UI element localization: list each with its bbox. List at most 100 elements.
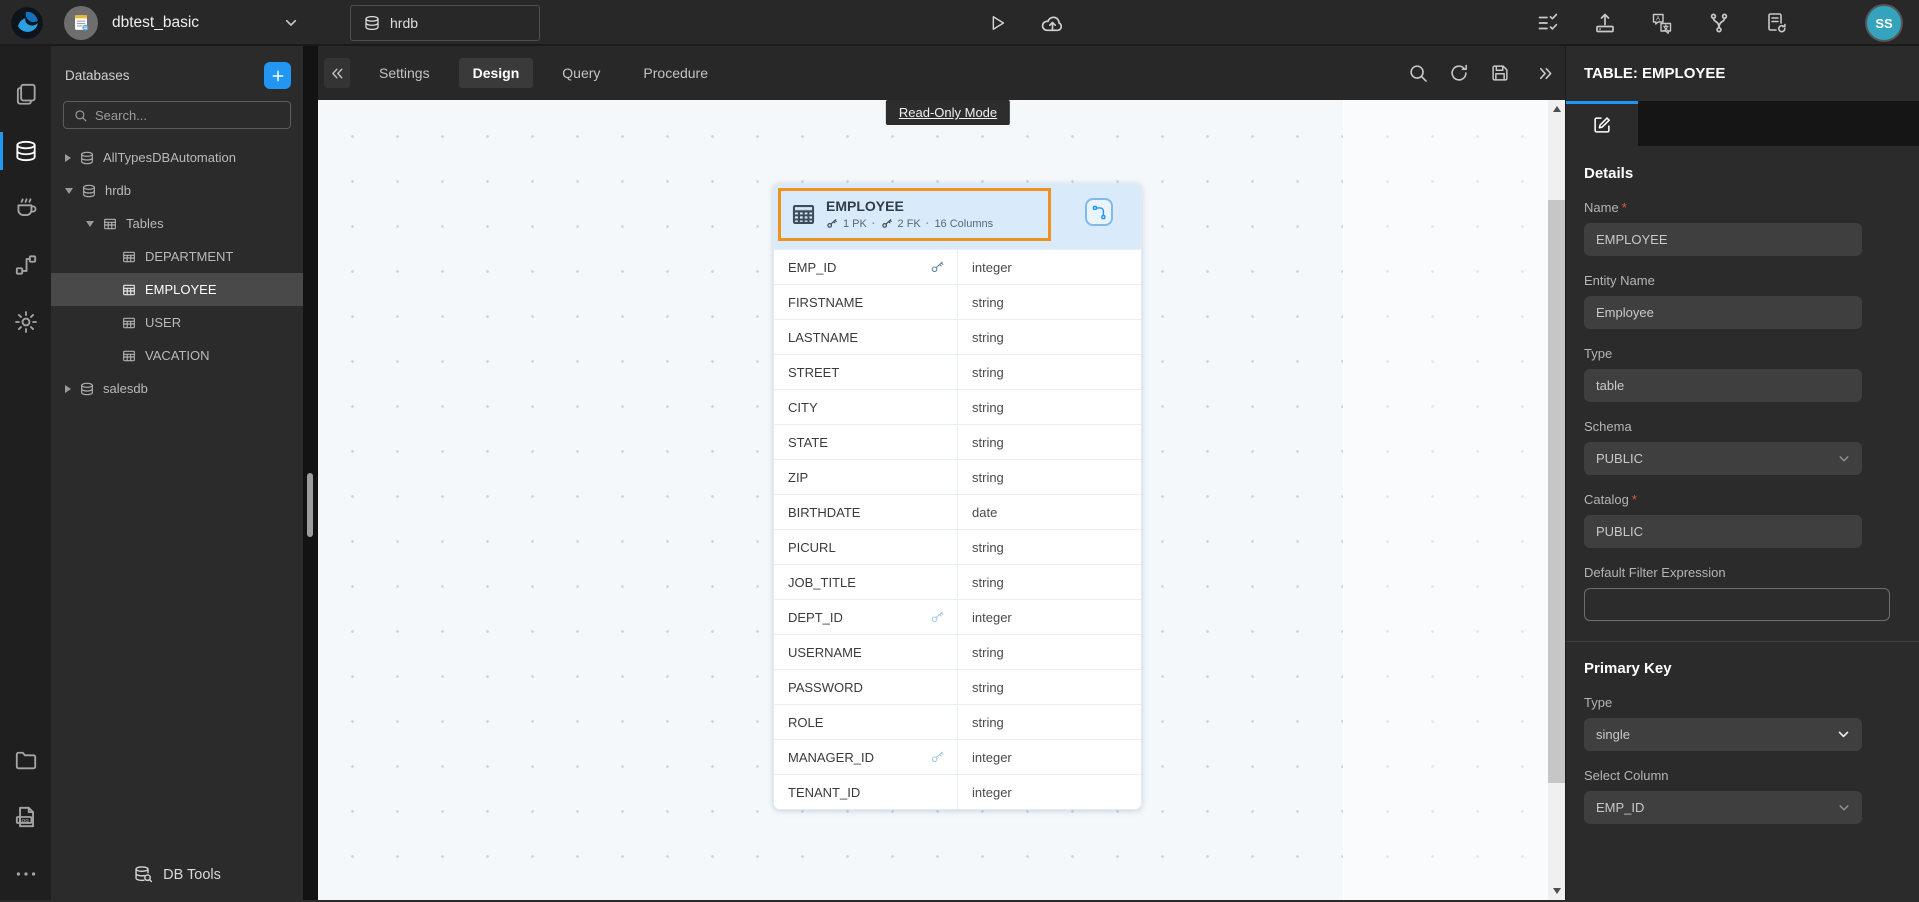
rail-item-log[interactable]: LOG: [0, 803, 51, 831]
column-row-manager_id[interactable]: MANAGER_IDinteger: [774, 739, 1141, 774]
entity-name-input[interactable]: [1584, 296, 1862, 329]
column-type: string: [958, 530, 1141, 564]
column-row-job_title[interactable]: JOB_TITLEstring: [774, 564, 1141, 599]
properties-panel-title: TABLE: EMPLOYEE: [1566, 46, 1919, 101]
app-document-icon: [70, 12, 92, 34]
catalog-input[interactable]: [1584, 515, 1862, 548]
column-row-tenant_id[interactable]: TENANT_IDinteger: [774, 774, 1141, 809]
tab-query[interactable]: Query: [548, 58, 614, 88]
column-row-street[interactable]: STREET string: [774, 354, 1141, 389]
relationship-connector-button[interactable]: [1085, 198, 1113, 226]
column-row-state[interactable]: STATEstring: [774, 424, 1141, 459]
scroll-up-button[interactable]: [1548, 100, 1565, 118]
app-name[interactable]: dbtest_basic: [112, 14, 199, 32]
tab-procedure[interactable]: Procedure: [629, 58, 722, 88]
rail-item-folder[interactable]: [0, 746, 51, 774]
rail-item-flow[interactable]: [0, 251, 51, 279]
sidebar-scrollbar[interactable]: [303, 46, 318, 900]
tree-item-vacation[interactable]: VACATION: [51, 339, 303, 372]
caret-down-icon[interactable]: [86, 221, 94, 227]
open-tab-hrdb[interactable]: hrdb: [350, 5, 540, 41]
canvas-vertical-scrollbar[interactable]: [1548, 100, 1565, 900]
app-avatar[interactable]: [64, 6, 98, 40]
branch-icon[interactable]: [1707, 11, 1731, 35]
column-row-password[interactable]: PASSWORDstring: [774, 669, 1141, 704]
entity-card-employee[interactable]: EMPLOYEE 1 PK ·: [773, 183, 1142, 810]
export-drive-icon[interactable]: [1593, 11, 1617, 35]
caret-down-icon[interactable]: [65, 188, 73, 194]
chevrons-right-icon[interactable]: [1536, 64, 1555, 83]
column-type: integer: [958, 250, 1141, 284]
chevron-down-icon[interactable]: [283, 15, 299, 31]
tab-edit-properties[interactable]: [1566, 101, 1638, 146]
user-avatar[interactable]: SS: [1865, 4, 1903, 42]
db-tools-button[interactable]: DB Tools: [51, 851, 303, 900]
search-input[interactable]: [95, 108, 281, 123]
edit-icon: [1591, 114, 1613, 136]
document-sync-icon[interactable]: [1764, 11, 1788, 35]
field-label: Schema: [1584, 419, 1901, 434]
rail-item-gear[interactable]: [0, 308, 51, 336]
section-heading: Primary Key: [1584, 660, 1901, 677]
run-icon[interactable]: [986, 12, 1008, 34]
log-icon: LOG: [13, 804, 39, 830]
tree-item-tables[interactable]: Tables: [51, 207, 303, 240]
column-name: STREET: [788, 365, 839, 380]
tab-design[interactable]: Design: [459, 58, 534, 88]
caret-right-icon[interactable]: [65, 385, 71, 393]
checklist-icon[interactable]: [1536, 11, 1560, 35]
tree-item-alltypesdbautomation[interactable]: AllTypesDBAutomation: [51, 141, 303, 174]
column-row-birthdate[interactable]: BIRTHDATEdate: [774, 494, 1141, 529]
diagram-canvas[interactable]: Read-Only Mode EMPLOYEE: [318, 100, 1548, 900]
column-name: BIRTHDATE: [788, 505, 860, 520]
column-row-dept_id[interactable]: DEPT_IDinteger: [774, 599, 1141, 634]
scroll-down-button[interactable]: [1548, 882, 1565, 900]
rail-item-pages[interactable]: [0, 80, 51, 108]
tab-settings[interactable]: Settings: [365, 58, 444, 88]
rail-item-more[interactable]: [0, 860, 51, 888]
tree-item-department[interactable]: DEPARTMENT: [51, 240, 303, 273]
column-type: string: [958, 355, 1141, 389]
required-marker: *: [1632, 492, 1637, 507]
translate-icon[interactable]: A: [1650, 11, 1674, 35]
search-diagram-icon[interactable]: [1407, 62, 1429, 84]
add-database-button[interactable]: [264, 62, 291, 89]
type-select[interactable]: single: [1584, 718, 1862, 751]
entity-card-header[interactable]: EMPLOYEE 1 PK ·: [774, 184, 1141, 249]
column-name: LASTNAME: [788, 330, 858, 345]
rail-item-coffee[interactable]: [0, 194, 51, 222]
tree-item-hrdb[interactable]: hrdb: [51, 174, 303, 207]
sidebar-search[interactable]: [63, 101, 291, 129]
product-logo-icon[interactable]: [9, 5, 45, 41]
sidebar-scrollbar-thumb[interactable]: [307, 473, 313, 537]
caret-right-icon[interactable]: [65, 154, 71, 162]
save-icon[interactable]: [1489, 62, 1511, 84]
column-row-role[interactable]: ROLEstring: [774, 704, 1141, 739]
canvas-scrollbar-thumb[interactable]: [1548, 200, 1565, 783]
tree-item-salesdb[interactable]: salesdb: [51, 372, 303, 405]
database-icon: [13, 138, 39, 164]
column-row-city[interactable]: CITYstring: [774, 389, 1141, 424]
column-row-firstname[interactable]: FIRSTNAMEstring: [774, 284, 1141, 319]
column-row-username[interactable]: USERNAMEstring: [774, 634, 1141, 669]
refresh-icon[interactable]: [1448, 62, 1470, 84]
default-filter-expression-input[interactable]: [1584, 588, 1890, 621]
name-input[interactable]: [1584, 223, 1862, 256]
select-value: EMP_ID: [1596, 800, 1644, 815]
schema-select[interactable]: PUBLIC: [1584, 442, 1862, 475]
column-row-lastname[interactable]: LASTNAMEstring: [774, 319, 1141, 354]
collapse-sidebar-button[interactable]: [324, 58, 350, 88]
database-icon: [79, 150, 95, 166]
cloud-upload-icon[interactable]: [1040, 11, 1065, 36]
type-input[interactable]: [1584, 369, 1862, 402]
rail-item-database[interactable]: [0, 137, 51, 165]
column-row-picurl[interactable]: PICURLstring: [774, 529, 1141, 564]
key-icon: [930, 610, 945, 625]
tree-item-user[interactable]: USER: [51, 306, 303, 339]
column-name: PASSWORD: [788, 680, 863, 695]
column-row-emp_id[interactable]: EMP_IDinteger: [774, 249, 1141, 284]
open-tab-label: hrdb: [390, 15, 418, 31]
tree-item-employee[interactable]: EMPLOYEE: [51, 273, 303, 306]
column-row-zip[interactable]: ZIPstring: [774, 459, 1141, 494]
select-column-select[interactable]: EMP_ID: [1584, 791, 1862, 824]
